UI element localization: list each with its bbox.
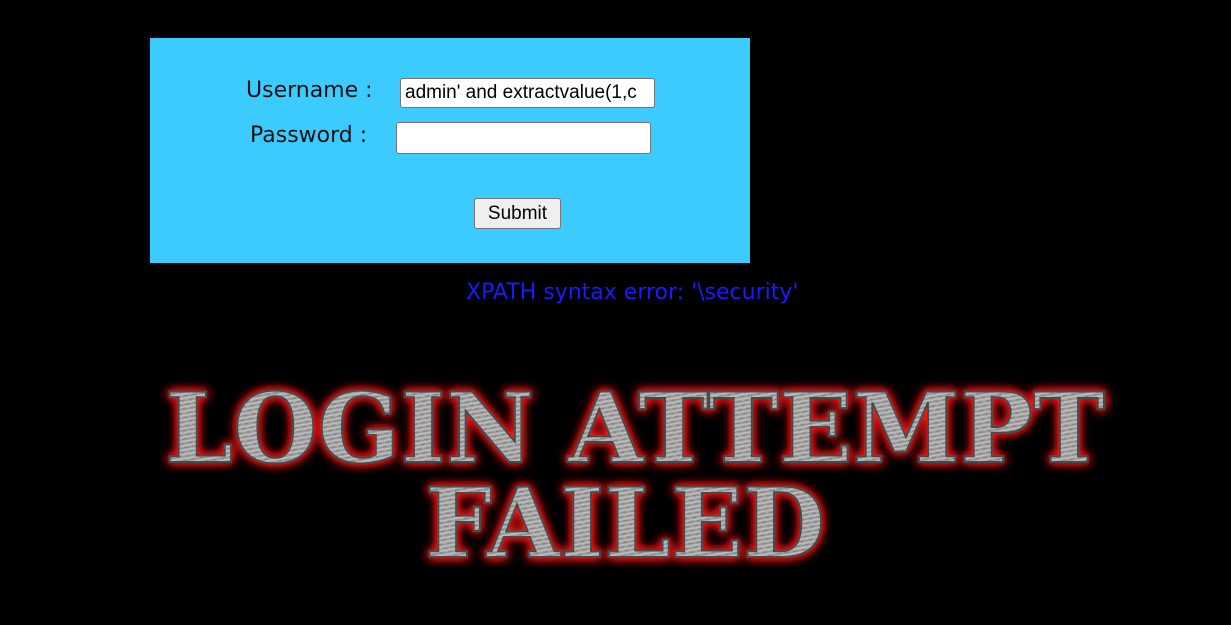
banner-line-2: FAILED — [425, 467, 825, 580]
page: Username : Password : Submit XPATH synta… — [0, 0, 1231, 625]
username-label: Username : — [246, 78, 373, 103]
login-failed-banner: LOGIN ATTEMPT FAILED — [150, 365, 1120, 580]
login-form: Username : Password : Submit — [150, 38, 750, 263]
error-message: XPATH syntax error: '\security' — [466, 280, 799, 305]
password-input[interactable] — [396, 122, 651, 154]
username-input[interactable] — [400, 78, 655, 108]
submit-button[interactable]: Submit — [474, 198, 561, 229]
login-failed-banner-graphic: LOGIN ATTEMPT FAILED — [164, 371, 1106, 580]
password-label: Password : — [250, 123, 368, 148]
